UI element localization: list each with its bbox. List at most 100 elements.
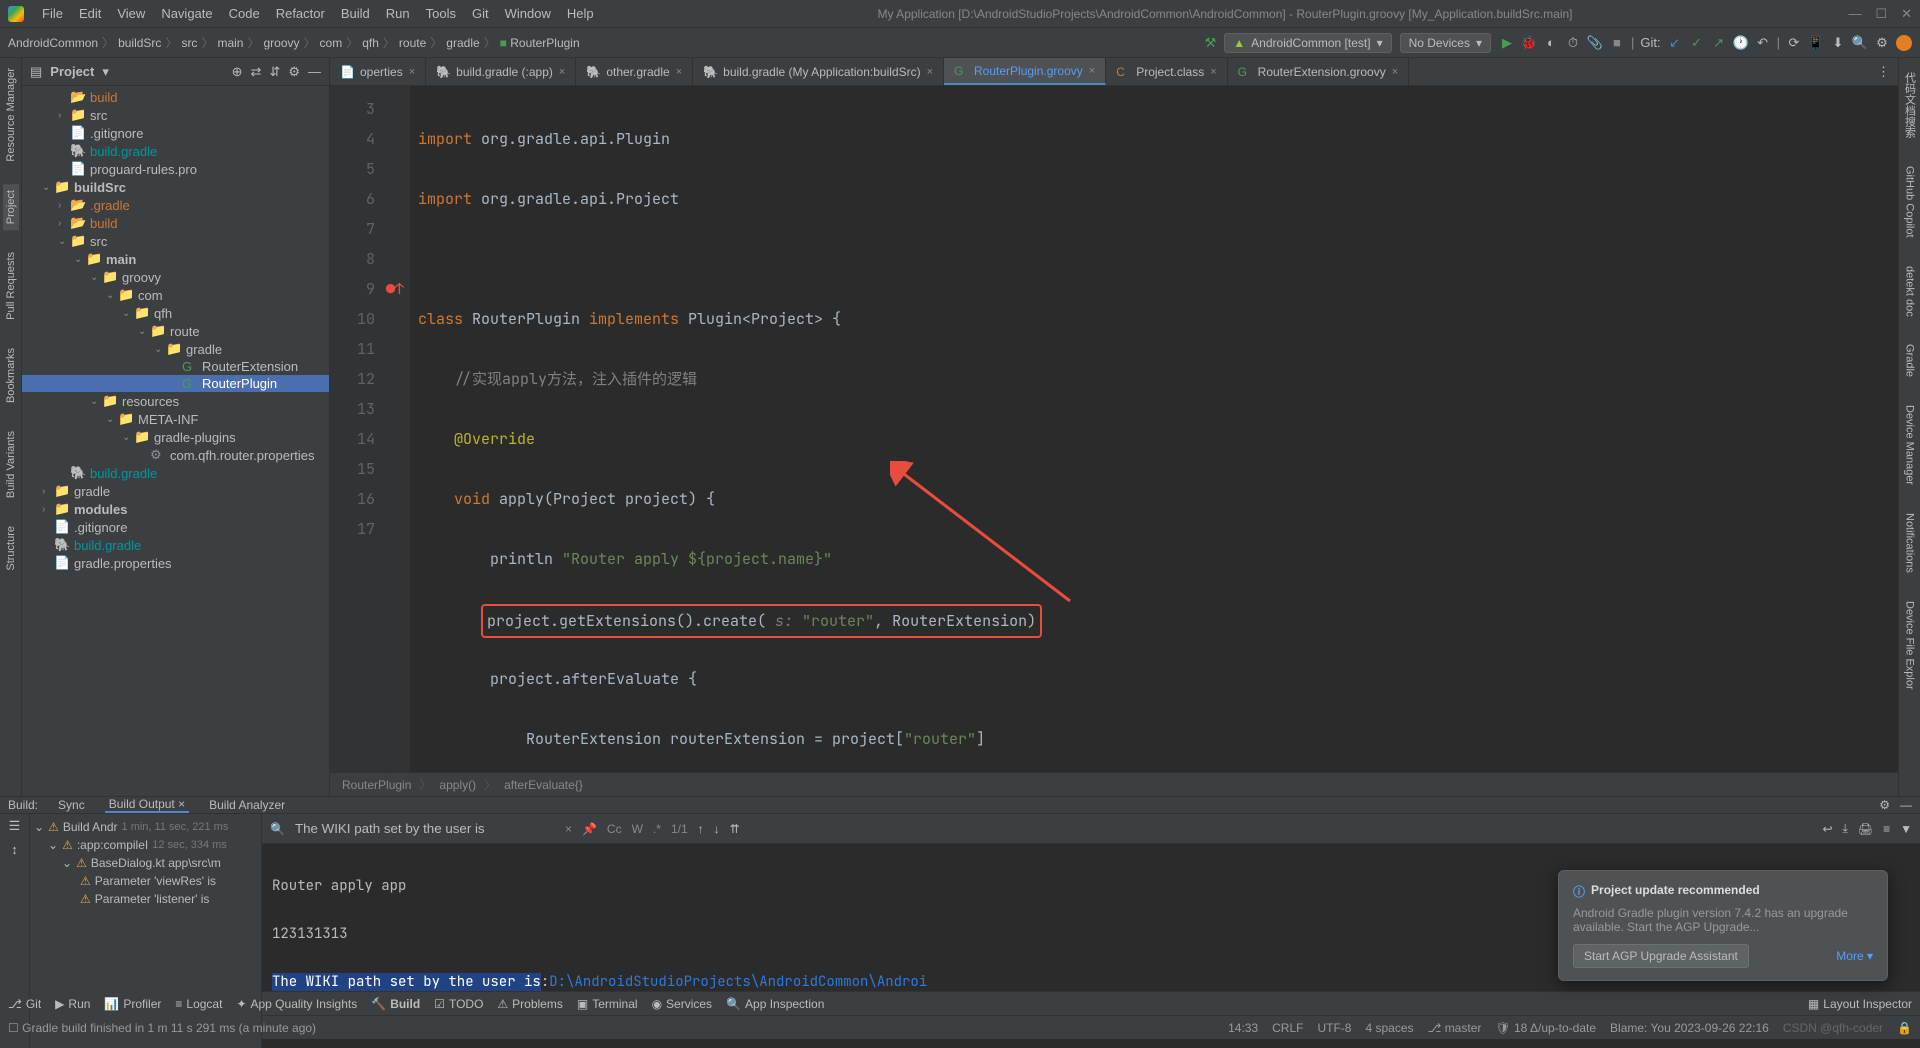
- status-icon[interactable]: ☐: [8, 1021, 19, 1035]
- tool-device-manager[interactable]: Device Manager: [1902, 399, 1918, 491]
- gear-icon[interactable]: ⚙: [288, 64, 300, 80]
- project-tree[interactable]: 📂build›📁src📄.gitignore🐘build.gradle📄prog…: [22, 86, 329, 796]
- tool-resource-manager[interactable]: Resource Manager: [3, 62, 19, 168]
- search-input[interactable]: [295, 821, 555, 836]
- tree-item[interactable]: GRouterPlugin: [22, 375, 329, 392]
- tool-bookmarks[interactable]: Bookmarks: [3, 342, 19, 409]
- tree-item[interactable]: 🐘build.gradle: [22, 464, 329, 482]
- tool-git[interactable]: ⎇ Git: [8, 997, 41, 1011]
- tool-code-search[interactable]: 代码文档搜索: [1900, 66, 1920, 144]
- menu-navigate[interactable]: Navigate: [153, 6, 220, 21]
- editor-tab[interactable]: 🐘build.gradle (My Application:buildSrc)×: [693, 58, 944, 85]
- git-push-icon[interactable]: ↗: [1711, 35, 1727, 51]
- tool-pull-requests[interactable]: Pull Requests: [3, 246, 19, 326]
- run-config-selector[interactable]: ▲ AndroidCommon [test] ▾: [1224, 33, 1391, 53]
- pin-icon[interactable]: 📌: [582, 822, 597, 836]
- tree-item[interactable]: ⌄📁qfh: [22, 304, 329, 322]
- tree-item[interactable]: 🐘build.gradle: [22, 142, 329, 160]
- tree-item[interactable]: 🐘build.gradle: [22, 536, 329, 554]
- tree-item[interactable]: ⌄📁buildSrc: [22, 178, 329, 196]
- tree-item[interactable]: ⌄📁src: [22, 232, 329, 250]
- close-icon[interactable]: ×: [559, 66, 565, 78]
- menu-tools[interactable]: Tools: [418, 6, 464, 21]
- tool-build-variants[interactable]: Build Variants: [3, 425, 19, 504]
- tree-item[interactable]: ⌄📁route: [22, 322, 329, 340]
- code-area[interactable]: import org.gradle.api.Plugin import org.…: [410, 86, 1898, 772]
- editor-tab[interactable]: CProject.class×: [1106, 58, 1227, 85]
- build-tree-item[interactable]: ⌄⚠:app:compileI 12 sec, 334 ms: [34, 836, 257, 854]
- collapse-icon[interactable]: ⇵: [269, 64, 280, 80]
- tool-logcat[interactable]: ≡ Logcat: [175, 997, 222, 1011]
- tree-item[interactable]: ⌄📁groovy: [22, 268, 329, 286]
- tab-sync[interactable]: Sync: [54, 798, 89, 812]
- sdk-icon[interactable]: ⬇: [1830, 35, 1846, 51]
- debug-icon[interactable]: 🐞: [1521, 35, 1537, 51]
- tree-item[interactable]: ›📂.gradle: [22, 196, 329, 214]
- hide-icon[interactable]: —: [1900, 798, 1912, 812]
- close-icon[interactable]: ✕: [1901, 6, 1912, 22]
- avd-icon[interactable]: 📱: [1808, 35, 1824, 51]
- editor-tab[interactable]: 🐘build.gradle (:app)×: [426, 58, 576, 85]
- tree-item[interactable]: 📄gradle.properties: [22, 554, 329, 572]
- filter-icon[interactable]: ▼: [1900, 822, 1912, 836]
- tool-run[interactable]: ▶ Run: [55, 997, 90, 1011]
- print-icon[interactable]: 🖨: [1858, 822, 1873, 836]
- tree-item[interactable]: ›📁src: [22, 106, 329, 124]
- search-icon[interactable]: 🔍: [1852, 35, 1868, 51]
- gear-icon[interactable]: ⚙: [1879, 798, 1890, 812]
- build-tree-item[interactable]: ⌄⚠BaseDialog.kt app\src\m: [34, 854, 257, 872]
- tool-device-file-explorer[interactable]: Device File Explor: [1902, 595, 1918, 696]
- stop-icon[interactable]: ■: [1609, 35, 1625, 51]
- editor-tab[interactable]: GRouterPlugin.groovy×: [944, 58, 1106, 85]
- crumb[interactable]: afterEvaluate{}: [504, 778, 583, 792]
- git-update-icon[interactable]: ↙: [1667, 35, 1683, 51]
- crumb[interactable]: RouterPlugin: [342, 778, 411, 792]
- tree-item[interactable]: ›📂build: [22, 214, 329, 232]
- editor-tab[interactable]: 📄operties×: [330, 58, 426, 85]
- tree-item[interactable]: ›📁modules: [22, 500, 329, 518]
- editor-tab[interactable]: GRouterExtension.groovy×: [1228, 58, 1410, 85]
- crumb[interactable]: com: [320, 36, 343, 50]
- device-selector[interactable]: No Devices ▾: [1400, 33, 1491, 53]
- menu-help[interactable]: Help: [559, 6, 602, 21]
- close-icon[interactable]: ×: [1089, 65, 1095, 77]
- hammer-icon[interactable]: ⚒: [1205, 35, 1217, 51]
- tree-item[interactable]: ›📁gradle: [22, 482, 329, 500]
- crumb[interactable]: src: [181, 36, 197, 50]
- close-icon[interactable]: ×: [1210, 66, 1216, 78]
- clear-icon[interactable]: ≡: [1883, 822, 1890, 836]
- editor-tab[interactable]: 🐘other.gradle×: [576, 58, 693, 85]
- soft-wrap-icon[interactable]: ↩: [1822, 822, 1832, 836]
- menu-refactor[interactable]: Refactor: [268, 6, 333, 21]
- build-tree-item[interactable]: ⚠Parameter 'listener' is: [34, 890, 257, 908]
- tree-item[interactable]: ⌄📁com: [22, 286, 329, 304]
- filter-icon[interactable]: ☰: [9, 818, 21, 834]
- crumb[interactable]: route: [399, 36, 426, 50]
- expand-icon[interactable]: ↕: [11, 842, 18, 857]
- words-icon[interactable]: W: [632, 822, 643, 836]
- menu-view[interactable]: View: [109, 6, 153, 21]
- crumb[interactable]: qfh: [362, 36, 379, 50]
- sync-icon[interactable]: ⟳: [1786, 35, 1802, 51]
- tool-structure[interactable]: Structure: [3, 520, 19, 577]
- expand-icon[interactable]: ⇄: [251, 64, 262, 80]
- minimize-icon[interactable]: —: [1848, 6, 1861, 22]
- tree-item[interactable]: ⌄📁gradle: [22, 340, 329, 358]
- build-tree-item[interactable]: ⌄⚠Build Andr 1 min, 11 sec, 221 ms: [34, 818, 257, 836]
- tree-item[interactable]: 📄proguard-rules.pro: [22, 160, 329, 178]
- close-icon[interactable]: ×: [676, 66, 682, 78]
- menu-edit[interactable]: Edit: [71, 6, 109, 21]
- coverage-icon[interactable]: ◐: [1543, 35, 1559, 51]
- tree-item[interactable]: 📄.gitignore: [22, 518, 329, 536]
- tool-detekt[interactable]: detekt doc: [1902, 260, 1918, 323]
- tree-item[interactable]: ⌄📁META-INF: [22, 410, 329, 428]
- start-upgrade-button[interactable]: Start AGP Upgrade Assistant: [1573, 944, 1749, 968]
- crumb-active[interactable]: ■ RouterPlugin: [500, 36, 580, 50]
- close-icon[interactable]: ×: [927, 66, 933, 78]
- tree-item[interactable]: 📂build: [22, 88, 329, 106]
- build-tree[interactable]: ⌄⚠Build Andr 1 min, 11 sec, 221 ms⌄⚠:app…: [30, 814, 262, 1048]
- more-link[interactable]: More ▾: [1836, 949, 1873, 963]
- tool-project[interactable]: Project: [3, 184, 19, 230]
- crumb[interactable]: AndroidCommon: [8, 36, 98, 50]
- target-icon[interactable]: ⊕: [232, 64, 243, 80]
